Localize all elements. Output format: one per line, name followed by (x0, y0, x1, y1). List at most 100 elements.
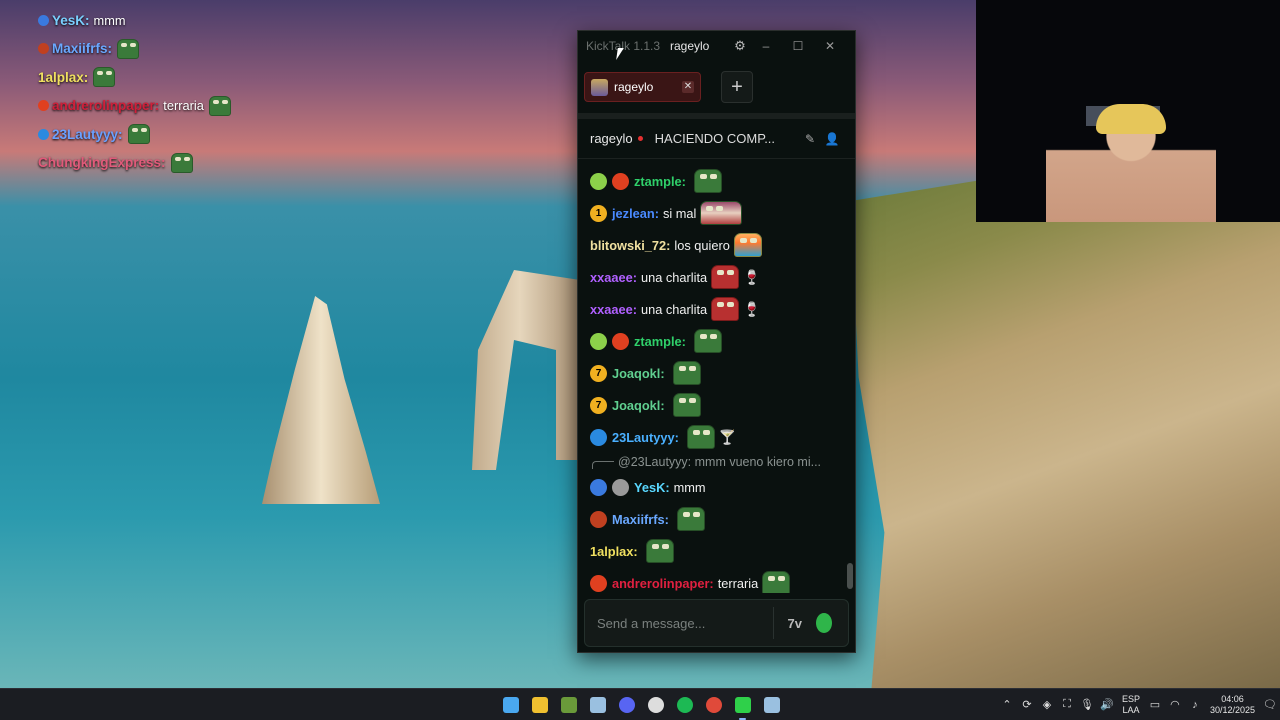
wifi-icon[interactable]: ◠ (1165, 698, 1185, 711)
paint-emote-icon[interactable] (700, 201, 743, 225)
chrome-icon[interactable] (699, 694, 728, 716)
drink-emote-icon[interactable]: 🍷 (743, 269, 760, 286)
chevron-up-icon[interactable]: ⌃ (997, 698, 1017, 711)
tab-rageylo[interactable]: rageylo ✕ (584, 72, 701, 102)
chat-text: los quiero (674, 237, 730, 253)
chat-username[interactable]: blitowski_72 (590, 238, 666, 253)
chat-username[interactable]: ztample (634, 334, 682, 349)
windows-start-icon[interactable] (496, 694, 525, 716)
reply-text: @23Lautyyy: mmm vueno kiero mi... (618, 455, 822, 469)
7tv-emote-icon[interactable]: 7v (786, 616, 804, 631)
wallpaper-rock-needle (262, 296, 380, 504)
chat-username[interactable]: 23Lautyyy (612, 430, 675, 445)
input-language[interactable]: ESP LAA (1122, 694, 1140, 716)
defender-icon[interactable]: ◈ (1037, 698, 1057, 711)
close-button[interactable]: ✕ (814, 39, 846, 53)
minimize-button[interactable]: – (750, 39, 782, 53)
speaker-icon[interactable]: ♪ (1185, 699, 1205, 711)
overlay-username: Maxiifrfs (52, 41, 108, 57)
notification-icon[interactable]: 🗨 (1260, 698, 1280, 711)
chat-scrollbar[interactable] (847, 563, 853, 589)
user-icon[interactable]: 👤 (821, 132, 843, 146)
pepe-emote-icon[interactable] (693, 329, 722, 353)
reply-preview[interactable]: @23Lautyyy: mmm vueno kiero mi... (590, 453, 846, 471)
chat-message[interactable]: YesK: mmm (590, 471, 846, 503)
pepe-emote-icon (208, 95, 231, 116)
drink-emote-icon[interactable]: 🍷 (743, 301, 760, 318)
windows-start-icon-glyph (502, 697, 519, 713)
obs-icon[interactable] (641, 694, 670, 716)
add-tab-button[interactable]: + (721, 71, 753, 103)
kick-emote-icon[interactable] (815, 613, 832, 633)
chat-username[interactable]: Joaqokl (612, 366, 660, 381)
overlay-colon: : (83, 69, 89, 85)
chat-username[interactable]: ztample (634, 174, 682, 189)
heart-emote-icon[interactable] (711, 297, 740, 321)
pepe-emote-icon[interactable] (762, 571, 791, 593)
system-tray: ⌃ ⟳ ◈ ⛶ 🎙 🔊 ESP LAA ▭ ◠ ♪ 04:06 30/12/2025… (997, 689, 1280, 720)
cocktail-emote-icon[interactable]: 🍸 (719, 429, 736, 446)
chat-username[interactable]: jezlean (612, 206, 655, 221)
overlay-colon: : (118, 126, 123, 142)
microphone-icon[interactable]: 🎙 (1077, 698, 1097, 711)
pepe-emote-icon[interactable] (672, 361, 701, 385)
pepe-emote-icon[interactable] (686, 425, 715, 449)
message-input[interactable] (597, 615, 773, 631)
username-colon: : (654, 205, 659, 221)
chat-message[interactable]: blitowski_72: los quiero (590, 229, 846, 261)
clock-time: 04:06 (1221, 693, 1244, 704)
chat-message[interactable]: 7 Joaqokl: (590, 357, 846, 389)
chat-message[interactable]: 7 Joaqokl: (590, 389, 846, 421)
close-tab-icon[interactable]: ✕ (682, 81, 694, 93)
chat-username[interactable]: xxaaee (590, 302, 633, 317)
overlay-badge-icon (38, 128, 49, 140)
chat-message[interactable]: Maxiifrfs: (590, 503, 846, 535)
chat-message[interactable]: 1alplax: (590, 535, 846, 567)
chat-message[interactable]: 1 jezlean: si mal (590, 197, 846, 229)
gear-icon[interactable]: ⚙ (730, 38, 750, 54)
channel-header: rageylo HACIENDO COMP... ✎ 👤 (578, 119, 855, 159)
pepe-emote-icon[interactable] (672, 393, 701, 417)
discord-icon[interactable] (612, 694, 641, 716)
chat-text: si mal (662, 205, 697, 221)
display-icon[interactable]: ▭ (1145, 698, 1165, 711)
pepe-emote-icon[interactable] (645, 539, 674, 563)
chat-username[interactable]: andrerolinpaper (612, 576, 709, 591)
steam-icon-2[interactable] (757, 694, 786, 716)
maximize-button[interactable]: ☐ (782, 39, 814, 53)
heart-emote-icon[interactable] (711, 265, 740, 289)
chat-username[interactable]: Joaqokl (612, 398, 660, 413)
chat-message[interactable]: ztample: (590, 325, 846, 357)
chat-message[interactable]: 23Lautyyy: 🍸 (590, 421, 846, 453)
chat-message[interactable]: xxaaee: una charlita 🍷 (590, 261, 846, 293)
username-colon: : (674, 429, 679, 445)
chat-message[interactable]: xxaaee: una charlita 🍷 (590, 293, 846, 325)
steam-icon[interactable] (583, 694, 612, 716)
current-user[interactable]: rageylo (670, 39, 712, 53)
spotify-icon[interactable] (670, 694, 699, 716)
minecraft-icon-glyph (560, 697, 577, 713)
minecraft-icon[interactable] (554, 694, 583, 716)
chat-username[interactable]: xxaaee (590, 270, 633, 285)
pin-icon[interactable]: ✎ (799, 132, 821, 146)
composer-divider (773, 607, 774, 639)
channel-name[interactable]: rageylo (590, 131, 633, 146)
pepe-emote-icon[interactable] (676, 507, 705, 531)
network-share-icon[interactable]: ⛶ (1057, 698, 1077, 711)
clock[interactable]: 04:06 30/12/2025 (1210, 694, 1255, 716)
chat-username[interactable]: YesK (634, 480, 665, 495)
kick-icon[interactable] (728, 694, 757, 720)
username-colon: : (660, 365, 665, 381)
sync-icon[interactable]: ⟳ (1017, 698, 1037, 711)
volume-icon[interactable]: 🔊 (1097, 698, 1117, 711)
chat-message[interactable]: ztample: (590, 165, 846, 197)
chat-feed[interactable]: ztample:1 jezlean: si mal blitowski_72: los … (578, 165, 846, 593)
chat-username[interactable]: 1alplax (590, 544, 633, 559)
chat-message[interactable]: andrerolinpaper: terraria (590, 567, 846, 593)
chat-username[interactable]: Maxiifrfs (612, 512, 665, 527)
overlay-badge-icon (38, 100, 49, 112)
file-explorer-icon[interactable] (525, 694, 554, 716)
message-composer: 7v (584, 599, 849, 647)
pic-emote-icon[interactable] (733, 233, 762, 257)
pepe-emote-icon[interactable] (693, 169, 722, 193)
